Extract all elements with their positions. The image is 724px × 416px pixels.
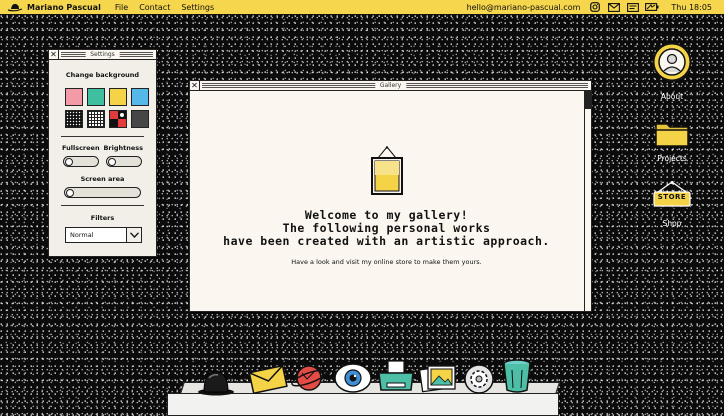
- heading-line-3: have been created with an artistic appro…: [223, 234, 550, 248]
- swatch-teal[interactable]: [87, 88, 105, 106]
- gallery-scrollbar[interactable]: [584, 91, 591, 311]
- brand-name[interactable]: Mariano Pascual: [27, 3, 101, 12]
- fullscreen-label: Fullscreen: [62, 144, 100, 152]
- printer-icon[interactable]: [376, 358, 416, 400]
- chevron-down-icon[interactable]: [126, 228, 141, 242]
- scrollbar-thumb[interactable]: [585, 91, 591, 109]
- planet-icon[interactable]: [290, 360, 328, 398]
- change-background-heading: Change background: [65, 71, 140, 79]
- envelope-icon[interactable]: [248, 364, 288, 398]
- swatch-black-stars[interactable]: [65, 110, 83, 128]
- screen-area-slider[interactable]: [64, 187, 141, 198]
- photos-icon[interactable]: [418, 362, 458, 398]
- slider-handle[interactable]: [66, 188, 74, 197]
- screen-area-label: Screen area: [80, 175, 125, 183]
- battery-icon: [645, 2, 659, 13]
- gallery-subtext: Have a look and visit my online store to…: [291, 258, 482, 266]
- gear-icon[interactable]: [462, 363, 496, 399]
- gallery-titlebar[interactable]: ✕ Gallery: [190, 80, 591, 91]
- swatch-red-pattern[interactable]: [109, 110, 127, 128]
- store-sign-text: STORE: [657, 193, 687, 201]
- menu-bar: Mariano Pascual File Contact Settings he…: [0, 0, 724, 15]
- gallery-heading: Welcome to my gallery! The following per…: [190, 209, 583, 248]
- eye-icon[interactable]: [333, 360, 373, 398]
- swatch-pink[interactable]: [65, 88, 83, 106]
- filter-value: Normal: [70, 231, 94, 239]
- notes-icon[interactable]: [626, 2, 640, 13]
- projects-label: Projects: [657, 154, 687, 163]
- instagram-icon[interactable]: [588, 2, 602, 13]
- close-icon[interactable]: ✕: [190, 80, 200, 91]
- swatch-grid[interactable]: [87, 110, 105, 128]
- swatch-yellow[interactable]: [109, 88, 127, 106]
- trash-bin-icon[interactable]: [501, 358, 533, 398]
- clock: Thu 18:05: [671, 2, 712, 12]
- close-icon[interactable]: ✕: [49, 49, 59, 60]
- desktop-icon-about[interactable]: About: [646, 42, 698, 101]
- settings-titlebar[interactable]: ✕ Settings: [49, 49, 156, 60]
- settings-title: Settings: [85, 50, 120, 59]
- background-swatches: [65, 88, 156, 128]
- filter-select[interactable]: Normal: [65, 227, 142, 243]
- mail-icon[interactable]: [607, 2, 621, 13]
- bowler-hat-icon[interactable]: [196, 368, 236, 400]
- desktop-icon-shop[interactable]: STORE Shop: [646, 180, 698, 228]
- store-sign-icon[interactable]: STORE: [652, 180, 692, 216]
- swatch-blue[interactable]: [131, 88, 149, 106]
- desktop-icon-projects[interactable]: Projects: [646, 118, 698, 163]
- fullscreen-toggle[interactable]: [63, 156, 99, 167]
- settings-window: ✕ Settings Change background Fullscreen …: [48, 49, 157, 257]
- hat-logo-icon[interactable]: [7, 1, 23, 13]
- gallery-window: ✕ Gallery Welcome to my gallery! The fol…: [189, 80, 592, 312]
- gallery-content: Welcome to my gallery! The following per…: [190, 91, 583, 311]
- folder-icon[interactable]: [653, 118, 691, 148]
- menu-contact[interactable]: Contact: [139, 3, 170, 12]
- shop-label: Shop: [662, 219, 682, 228]
- gallery-title: Gallery: [374, 81, 407, 90]
- about-label: About: [660, 92, 684, 101]
- picture-frame-icon: [371, 146, 403, 196]
- brightness-label: Brightness: [103, 144, 143, 152]
- menu-file[interactable]: File: [115, 3, 128, 12]
- email-link[interactable]: hello@mariano-pascual.com: [467, 3, 581, 12]
- menu-settings[interactable]: Settings: [181, 3, 214, 12]
- swatch-black-dots[interactable]: [131, 110, 149, 128]
- avatar-icon[interactable]: [652, 42, 692, 86]
- brightness-toggle[interactable]: [106, 156, 142, 167]
- filters-label: Filters: [90, 214, 115, 222]
